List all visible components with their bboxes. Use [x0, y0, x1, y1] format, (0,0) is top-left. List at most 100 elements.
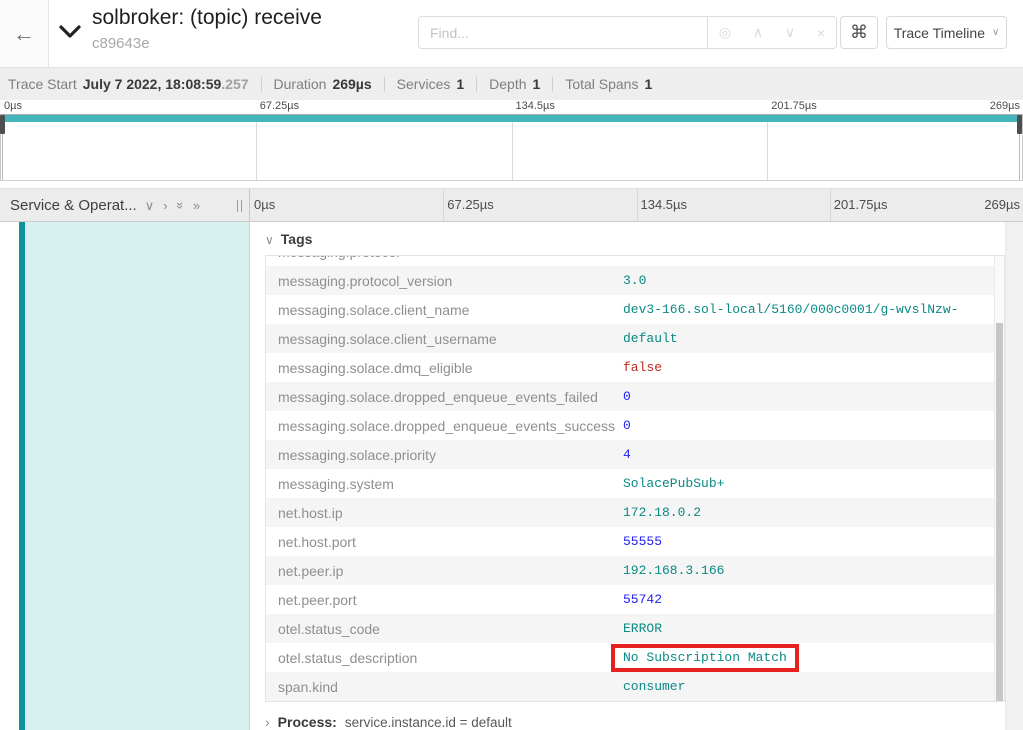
tick-label: 0µs	[254, 197, 275, 212]
tag-key: messaging.solace.dmq_eligible	[266, 360, 621, 376]
column-resize-grip[interactable]	[237, 200, 242, 212]
tag-value: false	[621, 360, 662, 375]
tick-label: 134.5µs	[641, 197, 688, 212]
span-name-column	[0, 222, 250, 730]
tag-row[interactable]: messaging.protocol_version3.0	[266, 266, 1004, 295]
chevron-down-icon[interactable]: ∨	[145, 199, 155, 212]
detail-scrollbar-track[interactable]	[1005, 222, 1023, 730]
find-controls-group: ◎ ∧ ∨ ×	[707, 16, 837, 49]
summary-separator	[261, 77, 262, 92]
scrollbar-thumb[interactable]	[996, 323, 1003, 701]
tags-section-toggle[interactable]: ∨ Tags	[265, 231, 312, 247]
tags-table-rows: messaging.protocolSMFmessaging.protocol_…	[266, 255, 1004, 701]
tag-key: messaging.solace.client_username	[266, 331, 621, 347]
command-icon: ⌘	[850, 22, 868, 43]
trace-id: c89643e	[92, 35, 150, 52]
tag-row[interactable]: net.host.ip172.18.0.2	[266, 498, 1004, 527]
tag-row[interactable]: net.host.port55555	[266, 527, 1004, 556]
tag-key: messaging.solace.dropped_enqueue_events_…	[266, 418, 621, 434]
find-input[interactable]	[418, 16, 708, 49]
summary-separator	[552, 77, 553, 92]
tag-key: net.host.ip	[266, 505, 621, 521]
double-chevron-right-icon[interactable]: »	[193, 199, 200, 212]
trace-summary-bar: Trace StartJuly 7 2022, 18:08:59.257Dura…	[0, 67, 1023, 100]
prev-result-icon[interactable]: ∧	[753, 24, 763, 41]
tag-value: 192.168.3.166	[621, 563, 724, 578]
tag-row[interactable]: messaging.solace.priority4	[266, 440, 1004, 469]
chevron-down-icon: ∨	[265, 233, 274, 247]
selected-span-row[interactable]	[25, 222, 249, 730]
minimap-gridline	[767, 115, 768, 180]
tag-row[interactable]: messaging.solace.client_usernamedefault	[266, 324, 1004, 353]
next-result-icon[interactable]: ∨	[785, 24, 795, 41]
page-title: solbroker: (topic) receive	[92, 6, 322, 30]
tag-key: otel.status_description	[266, 650, 621, 666]
tag-row[interactable]: messaging.protocolSMF	[266, 255, 1004, 266]
tag-key: messaging.solace.client_name	[266, 302, 621, 318]
summary-value: July 7 2022, 18:08:59	[83, 76, 222, 92]
focus-icon[interactable]: ◎	[719, 24, 731, 41]
tag-key: net.host.port	[266, 534, 621, 550]
tag-value: ERROR	[621, 621, 662, 636]
back-button[interactable]: ←	[0, 0, 49, 67]
timeline-tick-header: 0µs67.25µs134.5µs201.75µs269µs	[250, 189, 1023, 221]
tag-value: 0	[621, 389, 631, 404]
tag-key: messaging.system	[266, 476, 621, 492]
double-chevron-down-icon[interactable]: »	[174, 201, 187, 208]
column-divider	[830, 189, 831, 221]
back-arrow-icon: ←	[13, 21, 35, 47]
tag-key: messaging.solace.dropped_enqueue_events_…	[266, 389, 621, 405]
minimap-span-bar	[1, 115, 1022, 122]
tags-table: messaging.protocolSMFmessaging.protocol_…	[265, 255, 1005, 702]
tag-key: net.peer.port	[266, 592, 621, 608]
tag-row[interactable]: messaging.solace.dmq_eligiblefalse	[266, 353, 1004, 382]
tag-key: span.kind	[266, 679, 621, 695]
chevron-down-icon: ∨	[992, 27, 999, 38]
minimap-left-scrubber[interactable]	[2, 115, 3, 180]
summary-label: Total Spans	[565, 76, 638, 92]
summary-value: 1	[456, 76, 464, 92]
tag-row[interactable]: messaging.systemSolacePubSub+	[266, 469, 1004, 498]
trace-page-header: ← solbroker: (topic) receive c89643e ◎ ∧…	[0, 0, 1023, 67]
tag-row[interactable]: net.peer.ip192.168.3.166	[266, 556, 1004, 585]
tag-key: net.peer.ip	[266, 563, 621, 579]
summary-separator	[476, 77, 477, 92]
timeline-column-header: Service & Operat... ∨ › » » 0µs67.25µs13…	[0, 188, 1023, 222]
span-detail-area: ∨ Tags messaging.protocolSMFmessaging.pro…	[0, 222, 1023, 730]
process-summary: service.instance.id = default	[345, 715, 512, 730]
tag-value: 55742	[621, 592, 662, 607]
tag-row[interactable]: otel.status_codeERROR	[266, 614, 1004, 643]
tag-row[interactable]: span.kindconsumer	[266, 672, 1004, 701]
tag-row[interactable]: messaging.solace.client_namedev3-166.sol…	[266, 295, 1004, 324]
summary-separator	[384, 77, 385, 92]
minimap-gridline	[512, 115, 513, 180]
tags-section-label: Tags	[281, 231, 313, 247]
tag-row[interactable]: net.peer.port55742	[266, 585, 1004, 614]
view-selector-label: Trace Timeline	[894, 25, 985, 41]
minimap-tick-labels: 0µs67.25µs134.5µs201.75µs269µs	[0, 100, 1023, 114]
tick-label: 201.75µs	[834, 197, 888, 212]
chevron-right-icon[interactable]: ›	[163, 199, 167, 212]
minimap-canvas[interactable]	[0, 114, 1023, 181]
tag-row[interactable]: messaging.solace.dropped_enqueue_events_…	[266, 411, 1004, 440]
summary-label: Trace Start	[8, 76, 77, 92]
tag-value: 0	[621, 418, 631, 433]
tag-key: otel.status_code	[266, 621, 621, 637]
summary-label: Depth	[489, 76, 526, 92]
column-divider	[637, 189, 638, 221]
tag-value: dev3-166.sol-local/5160/000c0001/g-wvslN…	[621, 302, 958, 317]
tick-label: 269µs	[984, 197, 1020, 212]
tag-value: SolacePubSub+	[621, 476, 724, 491]
process-section-toggle[interactable]: ›Process:service.instance.id = default	[265, 714, 512, 730]
chevron-right-icon: ›	[265, 714, 270, 730]
tag-row[interactable]: otel.status_descriptionNo Subscription M…	[266, 643, 1004, 672]
column-divider	[443, 189, 444, 221]
tag-value: 55555	[621, 534, 662, 549]
view-selector-button[interactable]: Trace Timeline ∨	[886, 16, 1007, 49]
tag-row[interactable]: messaging.solace.dropped_enqueue_events_…	[266, 382, 1004, 411]
keyboard-shortcuts-button[interactable]: ⌘	[840, 16, 878, 49]
minimap-right-scrubber[interactable]	[1019, 115, 1020, 180]
title-collapse-chevron-icon[interactable]	[58, 24, 82, 39]
tags-table-scrollbar[interactable]	[994, 256, 1004, 701]
clear-search-icon[interactable]: ×	[817, 25, 825, 41]
